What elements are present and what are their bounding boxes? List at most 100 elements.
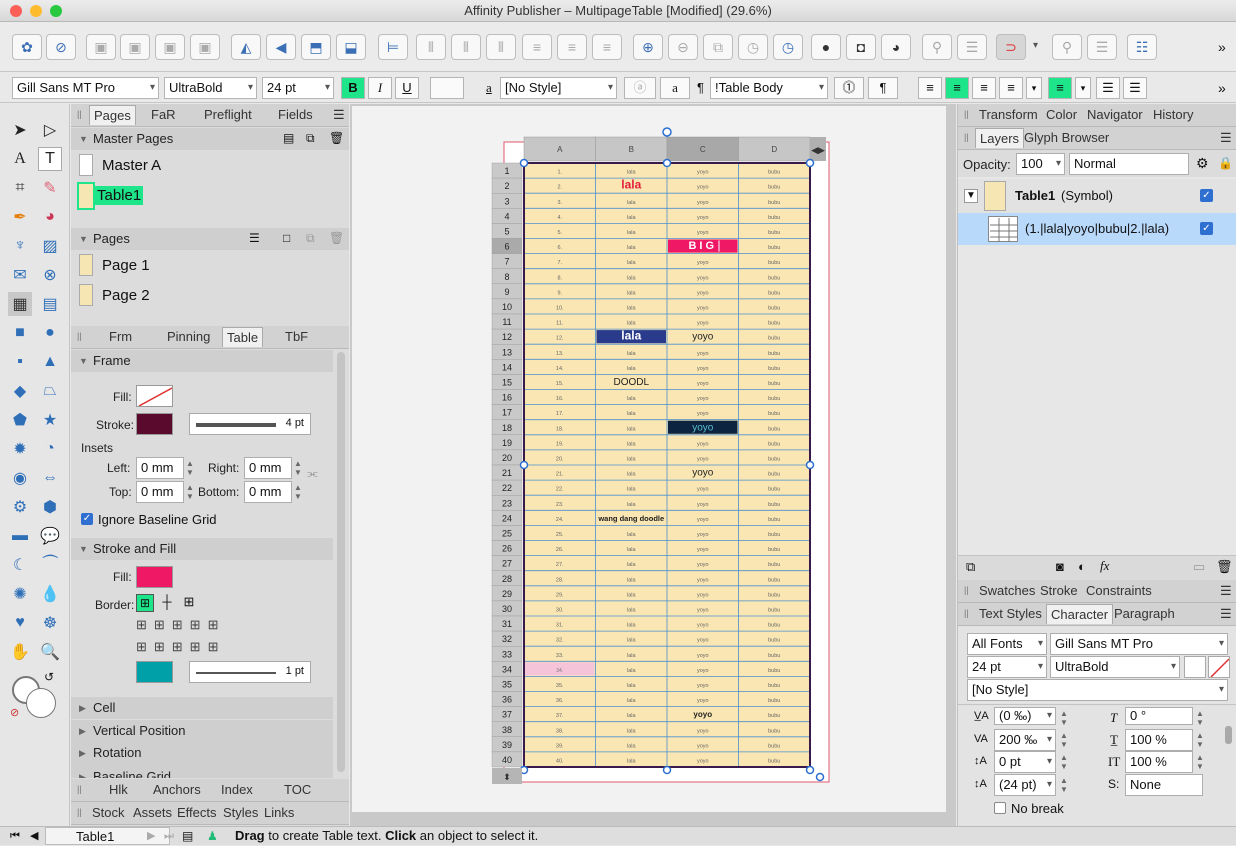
table-cell[interactable]: lala [627,638,637,644]
right-inset-stepper[interactable]: ▲ ▼ [294,459,302,477]
table-cell[interactable]: bubu [768,260,780,266]
selection-handle[interactable] [519,460,529,470]
table-cell[interactable]: lala [627,260,637,266]
tab-transform[interactable]: Transform [979,107,1038,122]
arrange-back-icon[interactable]: ▣ [86,34,116,60]
table-cell[interactable]: lala [627,698,637,704]
table-cell[interactable]: yoyo [697,577,709,583]
table-cell[interactable]: 24. [556,517,564,523]
table-cell[interactable]: 7. [557,260,562,266]
tab-pages[interactable]: Pages [89,105,136,125]
table-cell[interactable]: yoyo [697,366,709,372]
pages-list-icon[interactable]: ▤ [182,827,193,845]
star-tool-icon[interactable]: ★ [38,408,62,432]
duplicate-master-icon[interactable]: ⧉ [306,131,315,146]
arrange-backward-icon[interactable]: ▣ [120,34,150,60]
table-cell[interactable]: yoyo [697,275,709,281]
table-cell[interactable]: lala [627,683,637,689]
align-right-icon[interactable]: ⫴ [451,34,481,60]
table-cell[interactable]: bubu [768,321,780,327]
page-2-label[interactable]: Page 2 [102,287,150,304]
flip-vertical-icon[interactable]: ◀ [266,34,296,60]
next-page-icon[interactable]: ▶ [147,827,155,845]
char-text-color-swatch[interactable] [1184,656,1206,678]
table-cell[interactable]: yoyo [697,321,709,327]
shear-stepper[interactable]: ▲ ▼ [1196,709,1204,727]
boolean-add-icon[interactable]: ● [811,34,841,60]
insert-page-icon[interactable]: ⊕ [633,34,663,60]
table-cell[interactable]: bubu [768,396,780,402]
table1-master-label[interactable]: Table1 [95,186,144,205]
italic-button[interactable]: I [368,77,392,99]
baseline-grid-header[interactable]: Baseline Grid [71,764,333,778]
table-cell[interactable]: yoyo [697,487,709,493]
vscale-stepper[interactable]: ▲ ▼ [1196,753,1204,771]
mask-icon[interactable]: ◙ [1056,559,1064,574]
table-cell[interactable]: bubu [768,532,780,538]
table-cell[interactable]: lala [627,728,637,734]
fx-icon[interactable]: fx [1100,558,1109,574]
character-scrollbar[interactable] [1225,726,1232,744]
table-cell[interactable]: bubu [768,245,780,251]
table-cell[interactable]: 32. [556,638,564,644]
boolean-subtract-icon[interactable]: ◘ [846,34,876,60]
table-cell[interactable]: yoyo [697,759,709,765]
selection-handle[interactable] [662,765,672,775]
donut-tool-icon[interactable]: ◉ [8,466,32,490]
table-cell[interactable]: lala [627,230,637,236]
fill-color-well[interactable] [26,688,56,718]
text-color-swatch[interactable] [430,77,464,99]
align-top-icon[interactable]: ≡ [522,34,552,60]
table-cell[interactable]: 30. [556,608,564,614]
table-cell[interactable]: 16. [556,396,564,402]
table-cell[interactable]: 2. [557,185,562,191]
table-cell[interactable]: yoyo [697,653,709,659]
table-cell[interactable]: lala [627,547,637,553]
cell-fill-swatch[interactable] [136,566,173,588]
diamond-tool-icon[interactable]: ◆ [8,379,32,403]
tab-stock[interactable]: Stock [92,805,125,820]
fill-tool-icon[interactable]: ◕ [38,205,62,229]
justify-dropdown-icon[interactable]: ▾ [1026,77,1042,99]
tab-character[interactable]: Character [1046,604,1114,624]
more-icon[interactable]: » [1218,39,1226,55]
table-cell[interactable]: yoyo [697,623,709,629]
table-cell[interactable]: yoyo [697,411,709,417]
master-a-label[interactable]: Master A [102,157,161,174]
table-cell[interactable]: yoyo [697,502,709,508]
char-font-family-dropdown[interactable]: Gill Sans MT Pro [1050,633,1228,655]
no-color-icon[interactable]: ⊘ [10,706,19,719]
border-all-icon[interactable]: ⊞ [136,594,154,612]
table-cell[interactable]: yoyo [697,215,709,221]
heart-tool-icon[interactable]: ♥ [8,611,32,635]
table-cell[interactable]: bubu [768,351,780,357]
zoom-window-button[interactable] [50,5,62,17]
tab-paragraph[interactable]: Paragraph [1114,606,1175,621]
table-cell[interactable]: 31. [556,623,564,629]
page-1-label[interactable]: Page 1 [102,257,150,274]
table-cell[interactable]: lala [627,396,637,402]
tracking-field[interactable]: 200 ‰ [994,729,1056,751]
border-options-row2-icon[interactable]: ⊞⊞⊞⊞⊞ [136,639,225,655]
table-cell[interactable]: lala [627,743,637,749]
table-cell[interactable]: yoyo [697,260,709,266]
first-page-icon[interactable]: ⏮ [10,827,20,845]
char-highlight-swatch[interactable] [1208,656,1230,678]
table-cell[interactable]: yoyo [692,468,714,479]
para-clear-icon[interactable]: ⓵ [834,77,864,99]
table-cell[interactable]: 34. [556,668,563,674]
table-cell[interactable]: wang dang doodle [597,514,664,523]
table-cell[interactable]: yoyo [697,185,709,191]
ignore-baseline-checkbox[interactable]: ✓ [81,513,93,525]
table-cell[interactable]: lala [627,487,637,493]
table-cell[interactable]: 40. [556,759,564,765]
cloud-tool-icon[interactable]: ✺ [8,582,32,606]
table-cell[interactable]: yoyo [697,396,709,402]
tab-fields[interactable]: Fields [278,107,313,122]
horizontal-scale-field[interactable]: 100 % [1125,729,1193,751]
table-cell[interactable]: bubu [768,743,780,749]
table-document[interactable]: A B C D ◀▶1 1. lala yoyo bubu2 2. lala yoyo bubu3 3. l… [352,106,946,812]
table-cell[interactable]: bubu [768,336,780,342]
no-break-checkbox[interactable] [994,802,1006,814]
tab-toc[interactable]: TOC [284,782,311,797]
